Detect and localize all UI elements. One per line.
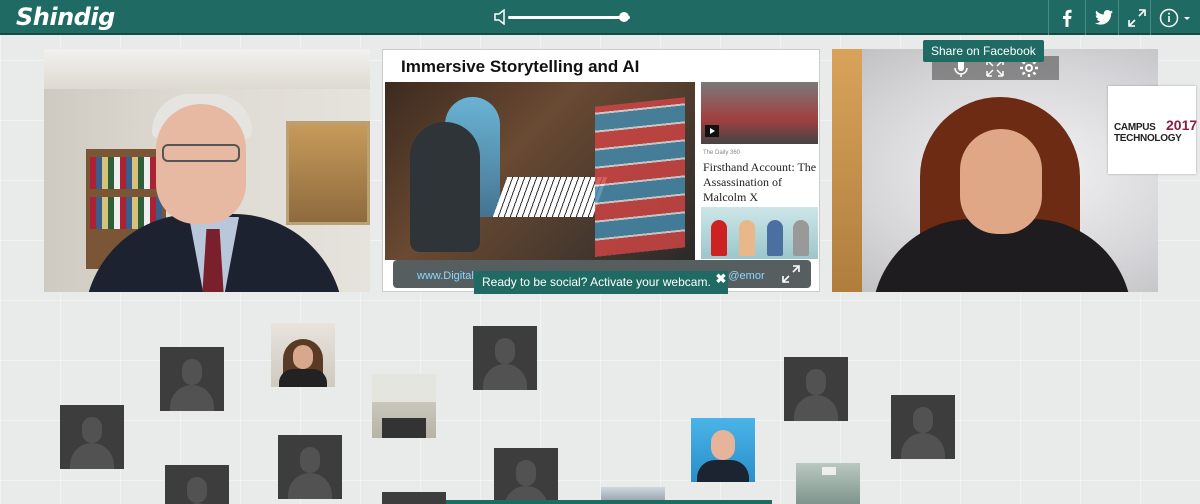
slide-main-image <box>385 82 695 260</box>
expand-icon[interactable] <box>781 264 801 284</box>
facebook-icon <box>1063 9 1072 27</box>
presentation-slide[interactable]: Immersive Storytelling and AI The Daily … <box>382 49 820 292</box>
person-placeholder-icon <box>82 417 102 443</box>
speaker-glasses <box>162 144 240 162</box>
info-menu-button[interactable] <box>1150 0 1200 35</box>
activate-webcam-banner[interactable]: Ready to be social? Activate your webcam… <box>474 271 728 294</box>
video-door <box>832 49 862 292</box>
facebook-button[interactable] <box>1048 0 1085 35</box>
piano-keys <box>492 177 608 217</box>
top-bar: Shindig <box>0 0 1200 35</box>
logo-text-campus: CAMPUS <box>1114 122 1156 133</box>
audience-webcam-tile[interactable] <box>796 463 860 504</box>
person-placeholder-icon <box>794 395 838 421</box>
person-placeholder-icon <box>516 460 536 486</box>
attendee-face <box>711 430 735 460</box>
room-desk <box>382 418 426 438</box>
bottom-panel-edge <box>446 500 772 504</box>
speaker-video-left[interactable] <box>44 49 370 292</box>
twitter-icon <box>1095 10 1113 25</box>
app-logo: Shindig <box>16 3 115 31</box>
attendee-face <box>293 345 313 369</box>
volume-icon[interactable] <box>494 9 508 25</box>
logo-text-year: 2017 <box>1166 117 1198 133</box>
audience-avatar[interactable] <box>160 347 224 411</box>
audience-webcam-tile[interactable] <box>691 418 755 482</box>
fullscreen-icon <box>1128 8 1146 27</box>
article-title: Firsthand Account: The Assassination of … <box>703 160 817 204</box>
audience-webcam-tile[interactable] <box>372 374 436 438</box>
books <box>90 157 162 189</box>
volume-slider-handle[interactable] <box>619 12 629 22</box>
audience-avatar[interactable] <box>891 395 955 459</box>
audience-avatar[interactable] <box>60 405 124 469</box>
play-icon <box>705 125 719 137</box>
attendee-body <box>279 369 327 387</box>
person-placeholder-icon <box>901 433 945 459</box>
person-placeholder-icon <box>913 407 933 433</box>
audience-avatar[interactable] <box>165 465 229 504</box>
audience-avatar[interactable] <box>278 435 342 499</box>
news-figure <box>739 220 755 256</box>
audience-avatar[interactable] <box>473 326 537 390</box>
person-placeholder-icon <box>483 364 527 390</box>
person-placeholder-icon <box>170 385 214 411</box>
slide-footer-link[interactable]: www.DigitalD <box>417 270 482 282</box>
person-placeholder-icon <box>182 359 202 385</box>
audience-avatar[interactable] <box>494 448 558 504</box>
person-placeholder-icon <box>495 338 515 364</box>
volume-slider-track[interactable] <box>508 16 630 19</box>
person-placeholder-icon <box>288 473 332 499</box>
wall-poster <box>286 121 370 225</box>
video-ceiling <box>44 49 370 89</box>
twitter-button[interactable] <box>1085 0 1122 35</box>
person-placeholder-icon <box>187 477 207 503</box>
room-light <box>822 467 836 475</box>
attendee-body <box>697 460 749 482</box>
audience-webcam-tile[interactable] <box>271 323 335 387</box>
speaker-face <box>156 104 246 224</box>
slide-title: Immersive Storytelling and AI <box>401 57 640 76</box>
news-figure <box>793 220 809 256</box>
room-cabinets <box>372 374 436 402</box>
logo-text-technology: TECHNOLOGY <box>1114 133 1182 144</box>
audience-avatar[interactable] <box>784 357 848 421</box>
info-icon <box>1159 8 1190 27</box>
audience-avatar[interactable] <box>382 492 446 504</box>
news-figure <box>711 220 727 256</box>
floating-screens <box>595 97 685 257</box>
share-facebook-tooltip: Share on Facebook <box>923 40 1044 62</box>
news-figure <box>767 220 783 256</box>
vr-user-figure <box>410 122 480 252</box>
speaker-face <box>960 129 1042 234</box>
article-source: The Daily 360 <box>703 150 741 156</box>
person-placeholder-icon <box>300 447 320 473</box>
person-placeholder-icon <box>806 369 826 395</box>
close-icon[interactable]: ✖ <box>714 272 728 286</box>
person-placeholder-icon <box>70 443 114 469</box>
